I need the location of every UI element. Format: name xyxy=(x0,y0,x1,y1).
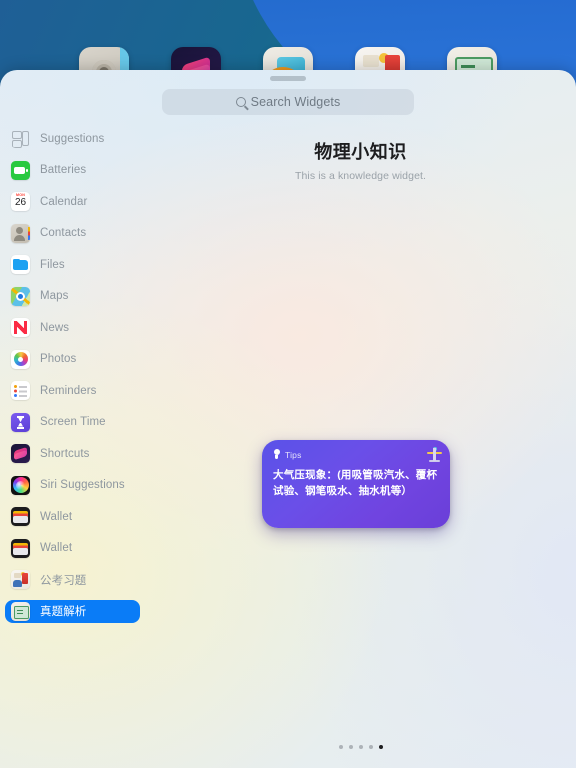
widget-preview-card[interactable]: Tips 大气压现象：(用吸管吸汽水、覆杯试验、钢笔吸水、抽水机等） xyxy=(262,440,450,528)
siri-suggestions-icon xyxy=(11,475,30,495)
sidebar-item-label: News xyxy=(40,321,70,334)
shortcuts-icon xyxy=(11,444,30,463)
pagination-dot[interactable] xyxy=(358,745,363,749)
sheet-drag-handle[interactable] xyxy=(270,76,306,81)
wallet-icon xyxy=(11,538,30,558)
sidebar-item-wallet[interactable]: Wallet xyxy=(5,505,140,528)
sidebar-item-label: Batteries xyxy=(40,164,87,176)
sidebar-item-calendar[interactable]: Calendar xyxy=(5,190,140,213)
sidebar-item-label: Photos xyxy=(40,353,77,365)
files-icon xyxy=(11,255,30,274)
widget-detail-pane: 物理小知识 This is a knowledge widget. Tips 大… xyxy=(145,127,576,768)
wallet-icon xyxy=(11,507,30,526)
page-title: 物理小知识 xyxy=(314,142,407,162)
sidebar-item-batteries[interactable]: Batteries xyxy=(5,159,140,182)
sidebar-item-label: Wallet xyxy=(40,542,73,554)
sidebar-item-news[interactable]: News xyxy=(5,316,140,339)
screen-time-icon xyxy=(11,412,30,432)
physics-lab-icon xyxy=(427,447,442,462)
widget-preview-header-label: Tips xyxy=(285,449,302,460)
sidebar-item-label: Maps xyxy=(40,290,69,302)
sidebar-item-photos[interactable]: Photos xyxy=(5,348,140,371)
sidebar-item-label: 真题解析 xyxy=(40,606,87,618)
sidebar-item-label: Files xyxy=(40,258,65,271)
sidebar-item-label: Suggestions xyxy=(40,132,105,145)
news-icon xyxy=(11,318,30,337)
search-icon xyxy=(235,97,246,107)
search-input-placeholder: Search Widgets xyxy=(250,95,341,109)
gongkao-xiti-icon xyxy=(11,570,30,589)
sidebar-item-reminders[interactable]: Reminders xyxy=(5,379,140,402)
pagination-dot[interactable] xyxy=(348,745,353,749)
suggestions-icon xyxy=(11,129,30,148)
sidebar-item-label: 公考习题 xyxy=(40,574,87,587)
sidebar-item-files[interactable]: Files xyxy=(5,253,140,276)
widget-preview-header: Tips xyxy=(273,449,439,460)
sidebar-item-label: Siri Suggestions xyxy=(40,479,125,491)
pagination-dot[interactable] xyxy=(368,745,373,749)
sidebar-item-maps[interactable]: Maps xyxy=(5,285,140,308)
search-widgets-field[interactable]: Search Widgets xyxy=(162,89,414,115)
sidebar-item-label: Screen Time xyxy=(40,416,106,428)
widget-size-pagination[interactable] xyxy=(145,745,576,749)
sidebar-item-contacts[interactable]: Contacts xyxy=(5,222,140,245)
sidebar-item-label: Shortcuts xyxy=(40,447,90,460)
widget-source-sidebar[interactable]: Suggestions Batteries Calendar Contacts File… xyxy=(0,127,145,768)
maps-icon xyxy=(11,286,30,306)
zhenti-jiexi-icon xyxy=(11,601,30,621)
sidebar-item-label: Calendar xyxy=(40,195,88,208)
lightbulb-icon xyxy=(273,449,281,460)
sidebar-item-suggestions[interactable]: Suggestions xyxy=(5,127,140,150)
sidebar-item-公考习题[interactable]: 公考习题 xyxy=(5,568,140,591)
sidebar-item-screen-time[interactable]: Screen Time xyxy=(5,411,140,434)
sidebar-item-label: Wallet xyxy=(40,510,73,523)
sidebar-item-siri-suggestions[interactable]: Siri Suggestions xyxy=(5,474,140,497)
contacts-icon xyxy=(11,223,30,243)
widget-gallery-sheet: Search Widgets Suggestions Batteries Calen… xyxy=(0,70,576,768)
sidebar-item-label: Reminders xyxy=(40,384,97,397)
reminders-icon xyxy=(11,381,30,400)
sidebar-item-wallet[interactable]: Wallet xyxy=(5,537,140,560)
batteries-icon xyxy=(11,160,30,180)
page-subtitle: This is a knowledge widget. xyxy=(294,170,427,182)
pagination-dot[interactable] xyxy=(378,745,383,749)
sidebar-item-label: Contacts xyxy=(40,227,87,239)
pagination-dot[interactable] xyxy=(338,745,343,749)
widget-preview-body-text: 大气压现象：(用吸管吸汽水、覆杯试验、钢笔吸水、抽水机等） xyxy=(273,469,438,497)
calendar-icon xyxy=(11,192,30,211)
sidebar-item-真题解析[interactable]: 真题解析 xyxy=(5,599,140,623)
sidebar-item-shortcuts[interactable]: Shortcuts xyxy=(5,442,140,465)
photos-icon xyxy=(11,349,30,369)
